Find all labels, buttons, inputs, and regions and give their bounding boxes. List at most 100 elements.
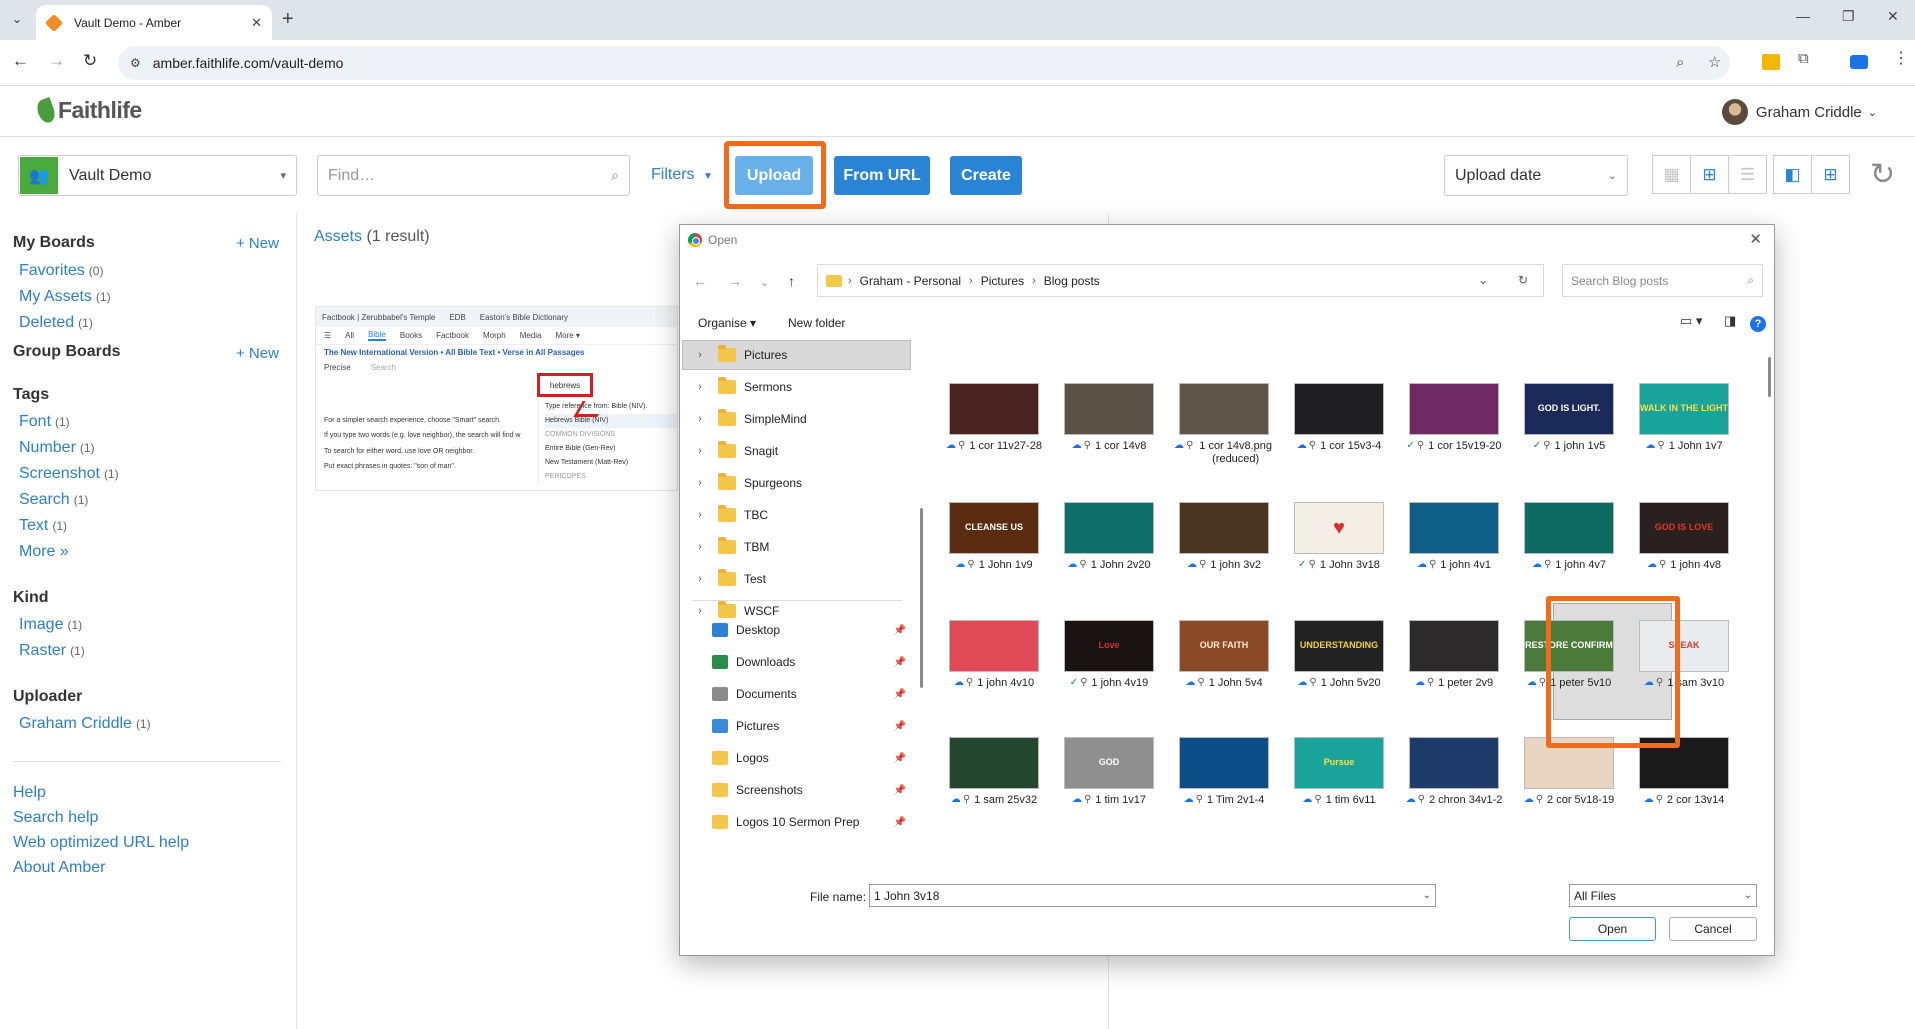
from-url-button[interactable]: From URL (834, 156, 930, 195)
file-item[interactable]: ☁ ⚲ 1 john 4v1 (1404, 502, 1504, 572)
quick-access-item[interactable]: Desktop 📌 (712, 615, 912, 645)
dialog-recent-icon[interactable]: ⌄ (760, 276, 769, 289)
assets-link[interactable]: Assets (314, 228, 362, 245)
cancel-button[interactable]: Cancel (1669, 917, 1757, 941)
dialog-forward-icon[interactable]: → (728, 273, 742, 289)
chevron-right-icon[interactable]: › (682, 381, 718, 393)
bookmark-star-icon[interactable]: ☆ (1708, 46, 1721, 80)
uploader-graham-criddle[interactable]: Graham Criddle (1) (19, 715, 151, 733)
chevron-down-icon[interactable]: ⌄ (1423, 890, 1431, 901)
filters-dropdown[interactable]: Filters ▼ (651, 166, 713, 184)
about-amber-link[interactable]: About Amber (13, 859, 106, 877)
kind-image[interactable]: Image (1) (19, 616, 82, 634)
file-scrollbar[interactable] (1768, 357, 1771, 397)
chevron-right-icon[interactable]: › (682, 573, 718, 585)
file-item[interactable]: ☁ ⚲ 1 sam 25v32 (944, 737, 1044, 807)
quick-access-item[interactable]: Screenshots 📌 (712, 775, 912, 805)
kind-raster[interactable]: Raster (1) (19, 642, 85, 660)
browser-tab[interactable]: Vault Demo - Amber ✕ (36, 5, 272, 40)
tab-search-button[interactable]: ⌄ (6, 8, 28, 30)
chrome-menu-icon[interactable]: ⋮ (1893, 48, 1909, 68)
new-tab-button[interactable]: + (282, 8, 294, 31)
breadcrumb-item[interactable]: Graham - Personal (860, 274, 961, 288)
file-item[interactable]: Pursue ☁ ⚲ 1 tim 6v11 (1289, 737, 1389, 807)
close-tab-icon[interactable]: ✕ (251, 15, 262, 31)
file-item[interactable]: ☁ ⚲ 1 cor 15v3-4 (1289, 383, 1389, 453)
dialog-search[interactable]: Search Blog posts ⌕ (1562, 264, 1763, 297)
search-help-link[interactable]: Search help (13, 809, 98, 827)
minimize-icon[interactable]: — (1796, 8, 1810, 24)
dialog-close-icon[interactable]: ✕ (1749, 230, 1762, 248)
breadcrumb-item[interactable]: Blog posts (1044, 274, 1100, 288)
tag-font[interactable]: Font (1) (19, 413, 70, 431)
file-name-input[interactable]: 1 John 3v18 ⌄ (869, 884, 1436, 907)
tree-folder[interactable]: › Pictures (682, 340, 787, 370)
forward-icon[interactable]: → (48, 51, 65, 71)
tag-number[interactable]: Number (1) (19, 439, 95, 457)
breadcrumb-item[interactable]: Pictures (981, 274, 1024, 288)
tree-scrollbar[interactable] (920, 340, 924, 876)
file-item[interactable]: ☁ ⚲ 1 john 4v10 (944, 620, 1044, 690)
dialog-back-icon[interactable]: ← (693, 273, 707, 289)
search-icon[interactable]: ⌕ (611, 167, 619, 184)
file-item[interactable]: ☁ ⚲ 1 cor 11v27-28 (944, 383, 1044, 453)
chevron-right-icon[interactable]: › (682, 349, 718, 361)
site-info-icon[interactable]: ⚙ (130, 56, 141, 70)
file-type-select[interactable]: All Files ⌄ (1569, 884, 1757, 907)
create-button[interactable]: Create (950, 156, 1022, 195)
file-item[interactable]: OUR FAITH ☁ ⚲ 1 John 5v4 (1174, 620, 1274, 690)
chevron-right-icon[interactable]: › (682, 413, 718, 425)
quick-access-item[interactable]: Logos 📌 (712, 743, 912, 773)
zoom-icon[interactable]: ⌕ (1676, 46, 1684, 80)
file-item[interactable]: ☁ ⚲ 1 cor 14v8 (1059, 383, 1159, 453)
user-menu[interactable]: Graham Criddle ⌄ (1721, 99, 1877, 125)
restore-icon[interactable]: ❐ (1842, 8, 1855, 25)
sidebar-item-deleted[interactable]: Deleted (1) (19, 314, 93, 332)
help-link[interactable]: Help (13, 784, 46, 802)
file-item[interactable]: GOD ☁ ⚲ 1 tim 1v17 (1059, 737, 1159, 807)
file-item[interactable]: CLEANSE US ☁ ⚲ 1 John 1v9 (944, 502, 1044, 572)
new-folder-button[interactable]: New folder (788, 316, 845, 330)
pin-icon[interactable]: 📌 (894, 817, 906, 828)
tag-screenshot[interactable]: Screenshot (1) (19, 465, 119, 483)
new-group-board-link[interactable]: + New (236, 345, 279, 362)
back-icon[interactable]: ← (12, 51, 29, 71)
dialog-refresh-icon[interactable]: ↻ (1518, 265, 1528, 296)
file-item[interactable]: ☁ ⚲ 1 cor 14v8.png (reduced) (1174, 383, 1274, 466)
pin-icon[interactable]: 📌 (894, 753, 906, 764)
organise-menu[interactable]: Organise ▾ (698, 316, 756, 330)
tag-text[interactable]: Text (1) (19, 517, 67, 535)
tags-more-link[interactable]: More » (19, 543, 69, 561)
tree-folder[interactable]: › TBM (682, 532, 769, 562)
address-history-icon[interactable]: ⌄ (1478, 265, 1488, 296)
asset-thumbnail[interactable]: Factbook | Zerubbabel's Temple EDB Easto… (315, 306, 678, 491)
reload-icon[interactable]: ↻ (83, 51, 97, 71)
file-item[interactable]: ☁ ⚲ 1 Tim 2v1-4 (1174, 737, 1274, 807)
tree-folder[interactable]: › Test (682, 564, 766, 594)
preview-pane-icon[interactable]: ◨ (1724, 313, 1736, 329)
sort-select[interactable]: Upload date ⌄ (1444, 155, 1628, 196)
pin-icon[interactable]: 📌 (894, 689, 906, 700)
new-board-link[interactable]: + New (236, 235, 279, 252)
chevron-right-icon[interactable]: › (682, 541, 718, 553)
extension-folder-icon[interactable] (1762, 54, 1780, 70)
dialog-up-icon[interactable]: ↑ (788, 273, 795, 289)
quick-access-item[interactable]: Logos 10 Sermon Prep 📌 (712, 807, 912, 837)
chevron-right-icon[interactable]: › (682, 445, 718, 457)
file-item[interactable]: WALK IN THE LIGHT ☁ ⚲ 1 John 1v7 (1634, 383, 1734, 453)
list-icon[interactable]: ☰ (1728, 155, 1767, 194)
quick-access-item[interactable]: Documents 📌 (712, 679, 912, 709)
dialog-address-bar[interactable]: › Graham - Personal › Pictures › Blog po… (817, 264, 1544, 297)
address-bar[interactable]: ⚙ amber.faithlife.com/vault-demo ⌕ ☆ (118, 46, 1730, 80)
file-item[interactable]: ☁ ⚲ 2 chron 34v1-2 (1404, 737, 1504, 807)
quick-access-item[interactable]: Pictures 📌 (712, 711, 912, 741)
pin-icon[interactable]: 📌 (894, 657, 906, 668)
sidebar-item-my-assets[interactable]: My Assets (1) (19, 288, 111, 306)
file-item[interactable]: ♥ ✓ ⚲ 1 John 3v18 (1289, 502, 1389, 572)
quick-access-item[interactable]: Downloads 📌 (712, 647, 912, 677)
faithlife-logo[interactable]: Faithlife (34, 96, 142, 125)
file-item[interactable]: ☁ ⚲ 1 john 4v7 (1519, 502, 1619, 572)
sidebar-item-favorites[interactable]: Favorites (0) (19, 262, 103, 280)
open-button[interactable]: Open (1569, 917, 1656, 941)
tree-folder[interactable]: › Spurgeons (682, 468, 802, 498)
